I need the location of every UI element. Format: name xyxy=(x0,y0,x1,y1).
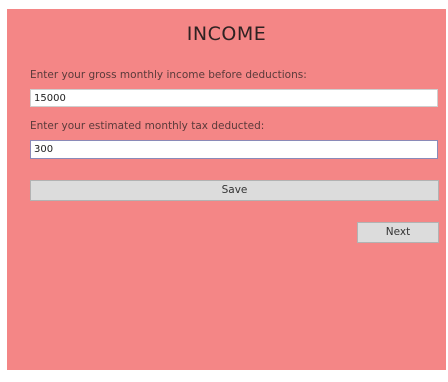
gross-income-label: Enter your gross monthly income before d… xyxy=(30,69,307,81)
next-button[interactable]: Next xyxy=(357,222,439,243)
save-button[interactable]: Save xyxy=(30,180,439,201)
page-title: INCOME xyxy=(186,23,267,45)
income-window: INCOME Enter your gross monthly income b… xyxy=(7,9,446,370)
tax-deducted-label: Enter your estimated monthly tax deducte… xyxy=(30,120,265,132)
tax-deducted-input[interactable] xyxy=(30,140,438,159)
gross-income-input[interactable] xyxy=(30,89,438,107)
